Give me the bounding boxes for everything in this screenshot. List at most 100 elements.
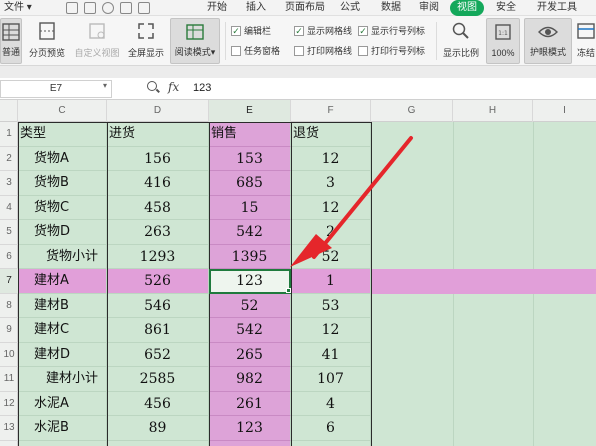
- row-header[interactable]: 9: [0, 318, 18, 343]
- cell-returns[interactable]: 12: [291, 146, 371, 171]
- cell-type[interactable]: 建材A: [18, 269, 107, 294]
- cell-purchase[interactable]: 546: [107, 293, 209, 318]
- fx-icon[interactable]: fx: [168, 80, 179, 94]
- cell-returns[interactable]: 6: [291, 416, 371, 441]
- cell-sales[interactable]: 52: [209, 293, 291, 318]
- cell-sales[interactable]: 15: [209, 195, 291, 220]
- undo-icon[interactable]: [120, 2, 132, 14]
- cell-purchase[interactable]: 2585: [107, 367, 209, 392]
- col-header-f[interactable]: F: [291, 100, 371, 122]
- col-header-h[interactable]: H: [453, 100, 533, 122]
- header-cell-returns[interactable]: 退货: [291, 122, 371, 147]
- print-row-col-checkbox[interactable]: 打印行号列标: [358, 44, 425, 58]
- cell-sales[interactable]: 542: [209, 318, 291, 343]
- eye-mode-button[interactable]: 护眼模式: [524, 18, 572, 64]
- cell-purchase[interactable]: 1293: [107, 244, 209, 269]
- task-pane-checkbox[interactable]: 任务窗格: [231, 44, 280, 58]
- redo-icon[interactable]: [138, 2, 150, 14]
- edit-bar-checkbox[interactable]: ✓ 编辑栏: [231, 24, 271, 38]
- cell-purchase[interactable]: 526: [107, 269, 209, 294]
- show-gridlines-checkbox[interactable]: ✓ 显示网格线: [294, 24, 352, 38]
- row-header[interactable]: 6: [0, 245, 18, 269]
- normal-view-button[interactable]: 普通: [0, 18, 22, 64]
- spreadsheet-grid[interactable]: 类型 进货 销售 退货 货物A 156 153 12 货物B 416 685 3…: [18, 122, 596, 446]
- cell-sales[interactable]: 265: [209, 342, 291, 367]
- tab-insert[interactable]: 插入: [246, 0, 266, 16]
- header-cell-type[interactable]: 类型: [18, 122, 107, 147]
- tab-data[interactable]: 数据: [381, 0, 401, 16]
- zoom-ratio-button[interactable]: 显示比例: [440, 18, 482, 64]
- cell-type[interactable]: 水泥B: [18, 416, 107, 441]
- col-header-d[interactable]: D: [107, 100, 209, 122]
- cell-type[interactable]: 货物小计: [18, 244, 107, 269]
- tab-formulas[interactable]: 公式: [340, 0, 360, 16]
- reading-mode-button[interactable]: 阅读模式▾: [170, 18, 220, 64]
- cell-purchase[interactable]: 652: [107, 342, 209, 367]
- freeze-button[interactable]: 冻结: [576, 18, 596, 64]
- row-header[interactable]: 1: [0, 122, 18, 147]
- row-header[interactable]: 13: [0, 416, 18, 441]
- cell-type[interactable]: 货物A: [18, 146, 107, 171]
- file-menu[interactable]: 文件 ▾: [4, 0, 32, 16]
- search-icon[interactable]: [147, 81, 157, 91]
- cell-returns[interactable]: 12: [291, 195, 371, 220]
- page-break-button[interactable]: 分页预览: [26, 18, 68, 64]
- preview-icon[interactable]: [102, 2, 114, 14]
- tab-security[interactable]: 安全: [496, 0, 516, 16]
- cell-returns[interactable]: 2: [291, 220, 371, 245]
- cell-returns[interactable]: 3: [291, 171, 371, 196]
- tab-developer[interactable]: 开发工具: [537, 0, 577, 16]
- custom-view-button[interactable]: 自定义视图: [72, 18, 122, 64]
- cell-purchase[interactable]: 263: [107, 220, 209, 245]
- cell-returns[interactable]: 41: [291, 342, 371, 367]
- cell-purchase[interactable]: 861: [107, 318, 209, 343]
- name-box[interactable]: E7: [0, 80, 112, 98]
- cell-sales[interactable]: 261: [209, 391, 291, 416]
- cell-sales[interactable]: 153: [209, 146, 291, 171]
- row-header[interactable]: 2: [0, 147, 18, 171]
- cell-sales[interactable]: 1395: [209, 244, 291, 269]
- cell-type[interactable]: 货物D: [18, 220, 107, 245]
- cell-purchase[interactable]: 416: [107, 171, 209, 196]
- cell-returns[interactable]: 12: [291, 318, 371, 343]
- select-all-corner[interactable]: [0, 100, 18, 122]
- cell-purchase[interactable]: 156: [107, 146, 209, 171]
- cell-returns[interactable]: 1: [291, 269, 371, 294]
- tab-home[interactable]: 开始: [207, 0, 227, 16]
- cell-type[interactable]: 建材小计: [18, 367, 107, 392]
- cell-sales[interactable]: 982: [209, 367, 291, 392]
- cell-purchase[interactable]: 458: [107, 195, 209, 220]
- save-icon[interactable]: [66, 2, 78, 14]
- fullscreen-button[interactable]: 全屏显示: [126, 18, 166, 64]
- fill-handle[interactable]: [286, 288, 291, 293]
- cell-returns[interactable]: 52: [291, 244, 371, 269]
- cell-returns[interactable]: 107: [291, 367, 371, 392]
- chevron-down-icon[interactable]: ▾: [103, 81, 107, 90]
- cell-returns[interactable]: 53: [291, 293, 371, 318]
- row-header[interactable]: 7: [0, 269, 18, 294]
- cell-type[interactable]: 水泥A: [18, 391, 107, 416]
- formula-input[interactable]: 123: [193, 82, 211, 94]
- tab-review[interactable]: 审阅: [419, 0, 439, 16]
- row-header[interactable]: 12: [0, 392, 18, 416]
- show-row-col-checkbox[interactable]: ✓ 显示行号列标: [358, 24, 425, 38]
- row-header[interactable]: 11: [0, 367, 18, 392]
- cell-purchase[interactable]: 456: [107, 391, 209, 416]
- cell-type[interactable]: 建材B: [18, 293, 107, 318]
- header-cell-purchase[interactable]: 进货: [107, 122, 209, 147]
- cell-type[interactable]: 货物C: [18, 195, 107, 220]
- tab-page-layout[interactable]: 页面布局: [285, 0, 325, 16]
- cell-type[interactable]: 建材C: [18, 318, 107, 343]
- row-header[interactable]: 10: [0, 343, 18, 367]
- cell-sales[interactable]: 542: [209, 220, 291, 245]
- cell-purchase[interactable]: 89: [107, 416, 209, 441]
- row-header[interactable]: 5: [0, 220, 18, 245]
- cell-sales[interactable]: 123: [209, 416, 291, 441]
- col-header-i[interactable]: I: [533, 100, 596, 122]
- cell-type[interactable]: 建材D: [18, 342, 107, 367]
- cell-type[interactable]: 货物B: [18, 171, 107, 196]
- zoom-100-button[interactable]: 1:1 100%: [486, 18, 520, 64]
- cell-sales[interactable]: 685: [209, 171, 291, 196]
- header-cell-sales[interactable]: 销售: [209, 122, 291, 147]
- row-header[interactable]: 4: [0, 196, 18, 220]
